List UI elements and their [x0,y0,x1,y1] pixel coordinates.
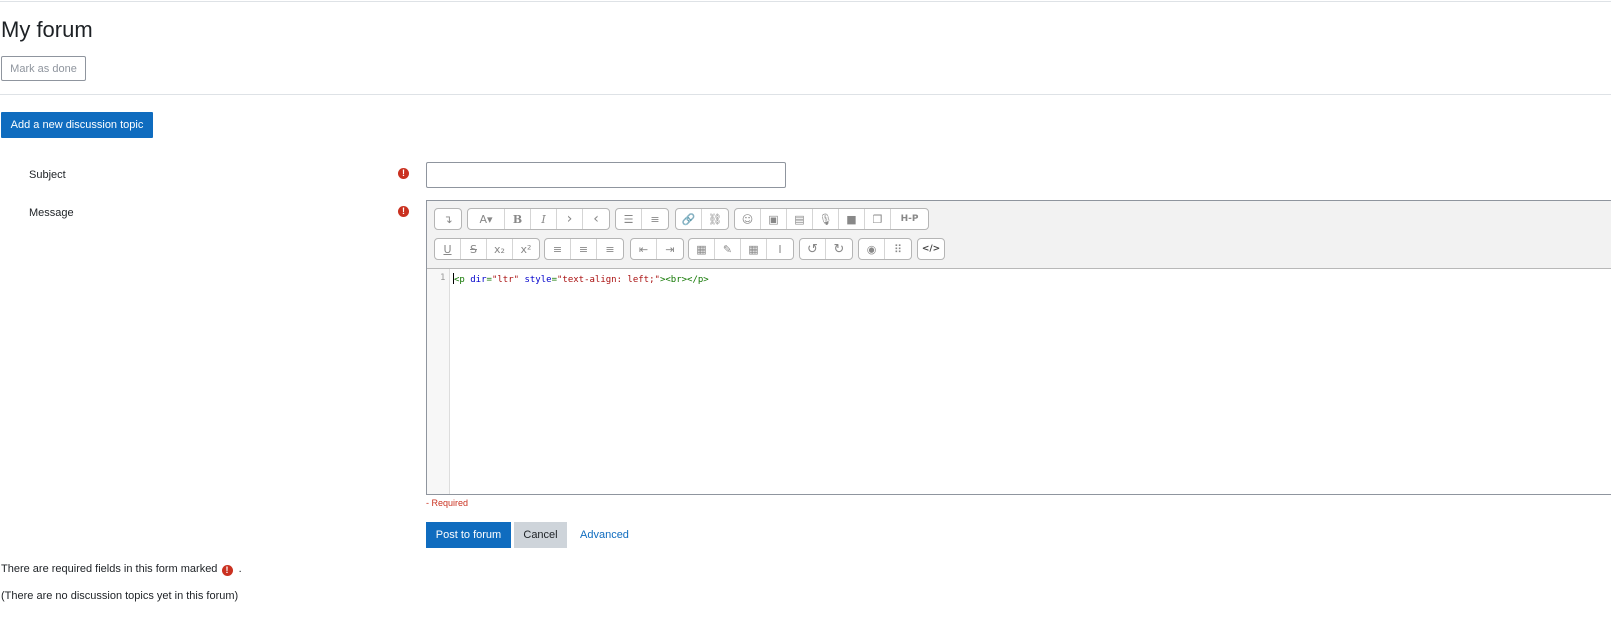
h5p-icon[interactable]: H-P [891,209,928,229]
bold-icon[interactable]: B [505,209,531,229]
line-number: 1 [440,273,446,283]
special-char-icon[interactable]: ✎ [715,239,741,259]
top-border [0,1,1611,2]
code-attr: dir [470,275,487,285]
code-tag-open: <p [454,275,471,285]
mark-as-done-button[interactable]: Mark as done [1,56,86,81]
subscript-chevron-icon[interactable]: ‹ [583,209,609,229]
strikethrough-icon[interactable]: S [461,239,487,259]
collapse-icon[interactable]: ↴ [435,209,461,229]
subscript-icon[interactable]: x₂ [487,239,513,259]
ordered-list-icon[interactable]: ≡ [642,209,668,229]
required-icon: ! [398,206,409,217]
empty-state-message: (There are no discussion topics yet in t… [1,590,239,602]
table-icon[interactable]: ▦ [741,239,767,259]
redo-icon[interactable]: ↻ [826,239,852,259]
line-number-gutter: 1 [427,269,450,494]
required-fields-suffix: . [238,563,242,575]
indent-icon[interactable]: ⇥ [657,239,683,259]
equation-icon[interactable]: ▦ [689,239,715,259]
clear-format-icon[interactable]: Ⅰ [767,239,793,259]
html-source-code[interactable]: <p dir="ltr" style="text-align: left;"><… [453,273,709,285]
code-attr: style [524,275,552,285]
emoji-icon[interactable]: ☺ [735,209,761,229]
outdent-icon[interactable]: ⇤ [631,239,657,259]
code-value: "ltr" [491,275,520,285]
undo-icon[interactable]: ↺ [800,239,826,259]
record-audio-icon[interactable]: 🎙 [813,209,839,229]
media-icon[interactable]: ▤ [787,209,813,229]
unlink-icon[interactable]: ⛓ [702,209,728,229]
required-fields-text: There are required fields in this form m… [1,563,218,575]
code-tag-close: ><br></p> [659,275,709,285]
add-discussion-topic-button[interactable]: Add a new discussion topic [1,112,153,138]
superscript-chevron-icon[interactable]: › [557,209,583,229]
divider [0,94,1611,95]
superscript-icon[interactable]: x² [513,239,539,259]
align-right-icon[interactable]: ≡ [597,239,623,259]
image-icon[interactable]: ▣ [761,209,787,229]
manage-files-icon[interactable]: ❐ [865,209,891,229]
page-title: My forum [1,17,93,42]
underline-icon[interactable]: U [435,239,461,259]
code-value: "text-align: left;" [556,275,660,285]
screenreader-helper-icon[interactable]: ⠿ [885,239,911,259]
font-style-icon[interactable]: A▾ [468,209,505,229]
align-center-icon[interactable]: ≡ [571,239,597,259]
message-label: Message [29,207,74,219]
required-icon: ! [221,565,233,576]
align-left-icon[interactable]: ≡ [545,239,571,259]
accessibility-checker-icon[interactable]: ◉ [859,239,885,259]
cancel-button[interactable]: Cancel [514,522,567,548]
editor-toolbar: ↴ A▾ B I › ‹ ☰ ≡ 🔗 ⛓ ☺ ▣ ▤ 🎙 ■ ❐ H-P U S… [427,201,1611,269]
message-editor[interactable]: ↴ A▾ B I › ‹ ☰ ≡ 🔗 ⛓ ☺ ▣ ▤ 🎙 ■ ❐ H-P U S… [426,200,1611,495]
subject-label: Subject [29,169,66,181]
required-icon: ! [398,168,409,179]
post-to-forum-button[interactable]: Post to forum [426,522,511,548]
required-note: - Required [426,498,469,508]
link-icon[interactable]: 🔗 [676,209,702,229]
required-fields-notice: There are required fields in this form m… [1,563,242,576]
record-video-icon[interactable]: ■ [839,209,865,229]
subject-input[interactable] [426,162,786,188]
html-source-icon[interactable]: </> [918,239,944,259]
italic-icon[interactable]: I [531,209,557,229]
advanced-link[interactable]: Advanced [580,529,629,541]
unordered-list-icon[interactable]: ☰ [616,209,642,229]
